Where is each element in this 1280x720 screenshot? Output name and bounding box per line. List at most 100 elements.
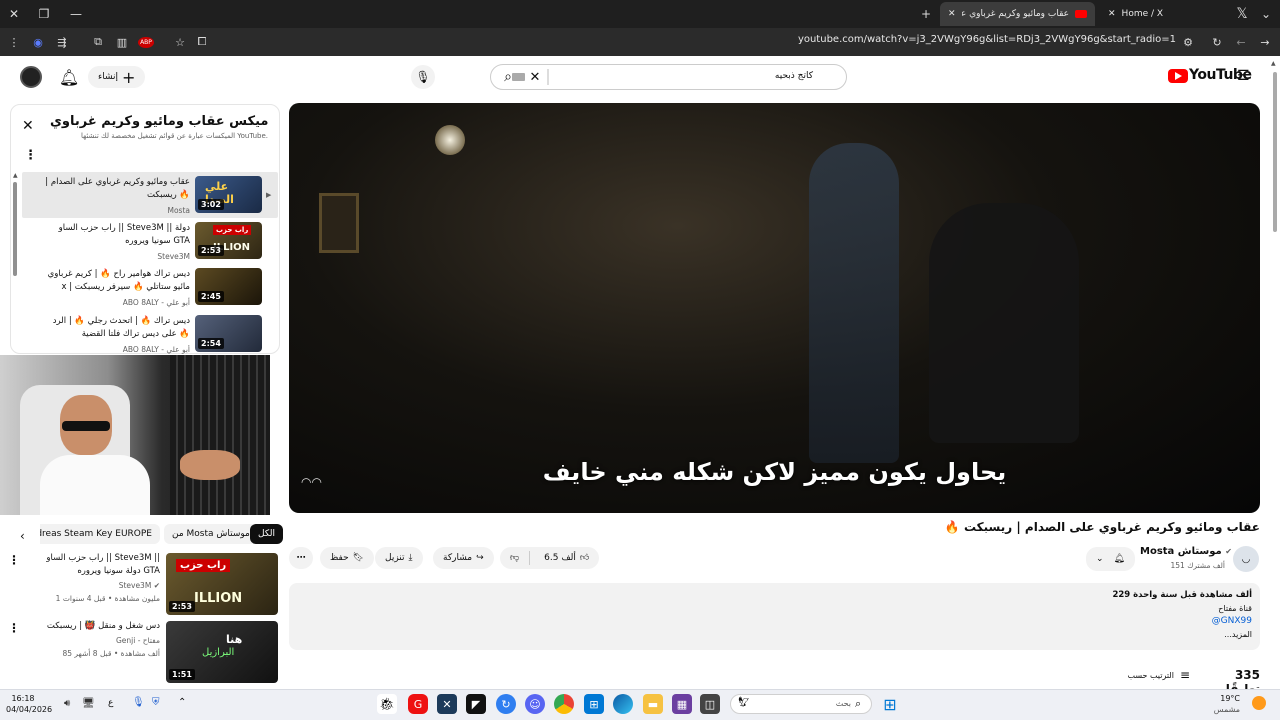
playlist-thumbnail[interactable]: 2:45 xyxy=(195,268,262,305)
playlist-item-title[interactable]: عقاب ومائيو وكريم غرباوي على الصدام | ري… xyxy=(40,176,190,202)
network-icon[interactable]: 🖥︎ xyxy=(82,698,95,709)
edge-icon[interactable] xyxy=(613,694,633,714)
recommended-more-icon[interactable]: ⋮ xyxy=(8,553,20,567)
weather-widget[interactable]: 19°C مشمس xyxy=(1200,693,1240,715)
video-player[interactable]: يحاول يكون مميز لاكن شكله مني خايف ◠◠ xyxy=(289,103,1260,513)
discord-icon[interactable]: ☺ xyxy=(525,694,545,714)
restore-window-icon[interactable]: ❐ xyxy=(34,4,54,24)
keyboard-icon[interactable] xyxy=(512,73,525,81)
app-icon[interactable]: G xyxy=(408,694,428,714)
clock[interactable]: 16:18 04/04/2026 xyxy=(6,693,52,715)
microphone-icon[interactable]: 🎙︎ xyxy=(132,697,145,708)
playlist-item-channel[interactable]: ABO 8ALY - أبو علي xyxy=(40,298,190,307)
app-icon[interactable]: 🐞︎ xyxy=(377,694,397,714)
close-window-icon[interactable]: ✕ xyxy=(4,4,24,24)
recommended-channel[interactable]: Genji - مفتاح xyxy=(30,636,160,645)
cast-icon[interactable]: ⧠ xyxy=(192,32,212,52)
recommended-more-icon[interactable]: ⋮ xyxy=(8,621,20,635)
extensions-icon[interactable]: ⧉ xyxy=(88,32,108,52)
recommended-thumbnail[interactable]: راب حزب ILLION 2:53 xyxy=(166,553,278,615)
security-icon[interactable]: ⛨ xyxy=(152,697,160,708)
show-hidden-icons-icon[interactable]: ⌃ xyxy=(178,697,186,708)
site-settings-icon[interactable]: ⚙ xyxy=(1178,32,1198,52)
chrome-icon[interactable] xyxy=(554,694,574,714)
volume-icon[interactable]: 🔊︎ xyxy=(64,698,70,709)
channel-avatar[interactable]: ◡ xyxy=(1233,546,1259,572)
close-tab-icon[interactable]: ✕ xyxy=(1108,9,1116,19)
app-icon[interactable]: ◫ xyxy=(700,694,720,714)
close-tab-icon[interactable]: ✕ xyxy=(948,9,956,19)
store-icon[interactable]: ⊞ xyxy=(584,694,604,714)
recommended-channel[interactable]: Steve3M ✔ xyxy=(30,581,160,590)
extension-icon[interactable]: ▥ xyxy=(112,32,132,52)
forward-icon[interactable]: ← xyxy=(1231,32,1251,52)
chevron-down-icon[interactable]: ⌄ xyxy=(1256,4,1276,24)
playlist-item-channel[interactable]: ABO 8ALY - أبو علي xyxy=(40,345,190,354)
description-box[interactable]: 229 ألف مشاهدة قبل سنة واحدة قناة مفتاح … xyxy=(289,583,1260,650)
file-explorer-icon[interactable]: ▬ xyxy=(643,694,663,714)
youtube-logo-icon[interactable] xyxy=(1168,69,1188,83)
playlist-item-title[interactable]: راب حزب الساو || Steve3M || دولة سونيا و… xyxy=(40,222,190,248)
app-icon[interactable]: ✕ xyxy=(437,694,457,714)
bell-icon[interactable]: 🔔︎ xyxy=(53,61,85,93)
avatar[interactable] xyxy=(20,66,42,88)
show-more-link[interactable]: ...المزيد xyxy=(1224,630,1252,639)
mic-icon[interactable]: 🎙︎ xyxy=(411,65,435,89)
page-scrollbar[interactable]: ▲ xyxy=(1271,60,1279,690)
recommended-title[interactable]: راب حزب الساو || Steve3M || دولة سونيا و… xyxy=(30,552,160,578)
tab-youtube[interactable]: ✕ عقاب ومائيو وكريم غرباوي على ال xyxy=(940,2,1095,26)
close-playlist-icon[interactable]: ✕ xyxy=(22,118,38,138)
create-button[interactable]: إنشاء + xyxy=(88,66,146,88)
minimize-window-icon[interactable]: — xyxy=(66,4,86,24)
dislike-button[interactable]: 👎︎ xyxy=(500,551,531,565)
extension-icon[interactable]: ⇶ xyxy=(52,32,72,52)
channel-name[interactable]: Mosta موستاش ✔ xyxy=(1140,546,1232,557)
extension-icon[interactable]: ◉ xyxy=(28,32,48,52)
star-icon[interactable]: ☆ xyxy=(170,32,190,52)
playlist-item-title[interactable]: ديس تراك هوامير راح 🔥 | كريم غرباوي x ما… xyxy=(40,268,190,294)
windows-start-icon[interactable]: ⊞ xyxy=(880,694,900,714)
more-actions-button[interactable]: ⋯ xyxy=(289,547,313,569)
download-button[interactable]: تنزيل ⤓ xyxy=(375,547,423,569)
clear-search-icon[interactable]: ✕ xyxy=(525,67,545,87)
app-icon[interactable]: ↻ xyxy=(496,694,516,714)
playlist-thumbnail[interactable]: عليالصدا 3:02 xyxy=(195,176,262,213)
url-text[interactable]: youtube.com/watch?v=j3_2VWgY96g&list=RDj… xyxy=(760,34,1176,50)
sort-label: الترتيب حسب xyxy=(1127,670,1174,680)
playlist-thumbnail[interactable]: 2:54 xyxy=(195,315,262,352)
playlist-title: ميكس عقاب ومائيو وكريم غرباوي... xyxy=(50,114,268,129)
capcut-icon[interactable]: ◤ xyxy=(466,694,486,714)
playlist-thumbnail[interactable]: راب حزب ILLION 2:53 xyxy=(195,222,262,259)
tab-x[interactable]: ✕ Home / X xyxy=(1100,2,1220,26)
description-link[interactable]: @GNX99 xyxy=(1212,616,1252,626)
chip-all[interactable]: الكل xyxy=(250,524,284,544)
playlist-item-channel[interactable]: Steve3M xyxy=(40,252,190,261)
language-indicator[interactable]: ع xyxy=(108,698,113,708)
search-input[interactable]: كاتج ذبحيه xyxy=(551,71,813,81)
playlist-scrollbar[interactable]: ▲ xyxy=(12,172,18,348)
share-button[interactable]: مشاركة ↪ xyxy=(433,547,494,569)
app-icon[interactable]: ▦ xyxy=(672,694,692,714)
menu-icon[interactable]: ⋮ xyxy=(4,32,24,52)
recommended-thumbnail[interactable]: هنا البرازيل 1:51 xyxy=(166,621,278,683)
subscribed-button[interactable]: ⌄ 🔔︎ xyxy=(1086,547,1135,571)
reload-icon[interactable]: ↻ xyxy=(1207,32,1227,52)
chip-other[interactable]: Andreas Steam Key EUROPE xyxy=(40,524,160,544)
sort-icon: ≡ xyxy=(1179,668,1190,682)
adblock-icon[interactable]: ABP xyxy=(136,32,156,52)
new-tab-icon[interactable]: + xyxy=(916,4,936,24)
back-icon[interactable]: → xyxy=(1255,32,1275,52)
sort-button[interactable]: الترتيب حسب ≡ xyxy=(1120,668,1190,682)
chips-scroll-left-icon[interactable]: ‹ xyxy=(20,529,25,543)
hamburger-menu-icon[interactable]: ☰ xyxy=(1237,68,1250,84)
like-count: 6.5 ألف xyxy=(544,553,576,563)
save-button[interactable]: حفظ 🔖︎ xyxy=(320,547,375,569)
taskbar-search[interactable]: 🦅︎ بحث ⌕ xyxy=(730,694,872,714)
playlist-item-channel[interactable]: Mosta xyxy=(40,206,190,215)
playlist-more-icon[interactable]: ⋮ xyxy=(24,148,37,163)
like-button[interactable]: 6.5 ألف 👍︎ xyxy=(534,553,599,563)
playlist-item-title[interactable]: ديس تراك 🔥 | اتحدث رجلي 🔥 | الرد على ديس… xyxy=(40,315,190,341)
recommended-title[interactable]: دس شغل و منقل 👹 | ريسبكت xyxy=(30,620,160,634)
chip-from-channel[interactable]: من Mosta موستاش xyxy=(164,524,258,544)
search-icon: ⌕ xyxy=(855,697,862,710)
